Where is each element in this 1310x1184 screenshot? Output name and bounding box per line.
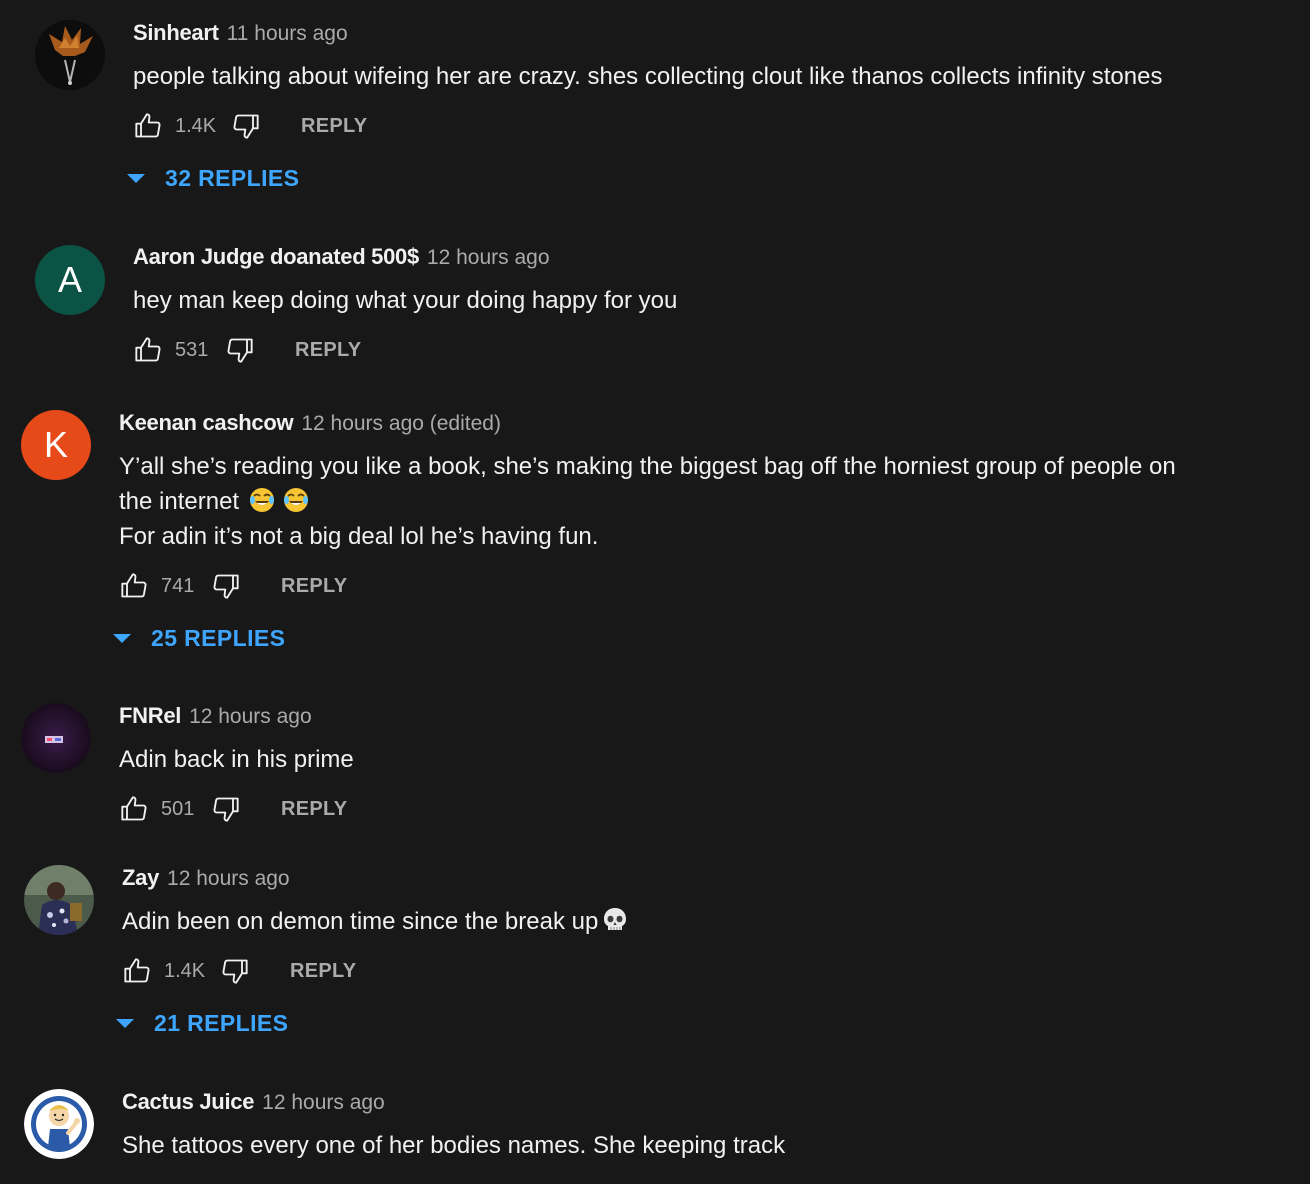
avatar[interactable] (24, 865, 94, 935)
comment-actions: 531 REPLY (133, 330, 1230, 370)
timestamp[interactable]: 12 hours ago (262, 1091, 385, 1115)
reply-button[interactable]: REPLY (281, 575, 347, 598)
comment-body: Keenan cashcow 12 hours ago (edited) Y’a… (113, 410, 1230, 658)
comment-header: Aaron Judge doanated 500$ 12 hours ago (133, 244, 1230, 272)
comment-line-with-emoji: the internet (119, 484, 1230, 519)
comment-actions: 741 REPLY (119, 566, 1230, 606)
avatar[interactable] (24, 1089, 94, 1159)
vault-boy-avatar-icon (24, 1089, 94, 1159)
like-count: 501 (161, 797, 195, 820)
comment-line: She tattoos every one of her bodies name… (122, 1132, 786, 1159)
comment-text: Adin back in his prime (119, 742, 1230, 777)
comment-header: Keenan cashcow 12 hours ago (edited) (119, 410, 1230, 438)
comment-line: people talking about wifeing her are cra… (133, 63, 1163, 90)
comment-header: Zay 12 hours ago (122, 865, 1230, 893)
avatar-letter: A (57, 259, 82, 300)
comment-body: Cactus Juice 12 hours ago She tattoos ev… (122, 1089, 1230, 1163)
comment-text: Adin been on demon time since the break … (122, 904, 1230, 939)
skull-icon (604, 908, 627, 930)
comment-actions: 1.4K REPLY (133, 106, 1230, 146)
face-with-tears-of-joy-icon (250, 488, 275, 512)
like-button[interactable] (133, 111, 163, 141)
thumbs-down-icon (213, 797, 239, 822)
author-name[interactable]: Zay (122, 865, 159, 891)
comment-body: FNRel 12 hours ago Adin back in his prim… (119, 703, 1230, 829)
comment-header: Sinheart 11 hours ago (133, 20, 1230, 48)
comment-text: people talking about wifeing her are cra… (133, 59, 1230, 94)
author-name[interactable]: Aaron Judge doanated 500$ (133, 244, 419, 270)
reply-button[interactable]: REPLY (295, 339, 361, 362)
reply-button[interactable]: REPLY (281, 798, 347, 821)
like-button[interactable] (122, 956, 152, 986)
view-replies-button[interactable]: 21 REPLIES (116, 1003, 1230, 1043)
timestamp[interactable]: 12 hours ago (427, 246, 550, 270)
caret-down-icon (127, 173, 145, 183)
view-replies-button[interactable]: 25 REPLIES (113, 618, 1230, 658)
avatar-letter: K (43, 424, 68, 465)
caret-down-icon (113, 633, 131, 643)
comment-line: Adin back in his prime (119, 746, 354, 773)
like-button[interactable] (119, 794, 149, 824)
comment-line: the internet (119, 488, 240, 515)
comment-text: She tattoos every one of her bodies name… (122, 1128, 1230, 1163)
timestamp[interactable]: 11 hours ago (227, 22, 348, 46)
spiky-hair-avatar-icon (35, 20, 105, 90)
thumbs-down-icon (227, 338, 253, 363)
view-replies-button[interactable]: 32 REPLIES (127, 158, 1230, 198)
dislike-button[interactable] (211, 794, 241, 824)
dislike-button[interactable] (220, 956, 250, 986)
like-count: 1.4K (175, 114, 217, 137)
like-count: 741 (161, 574, 195, 597)
thumbs-up-icon (121, 573, 147, 598)
author-name[interactable]: Cactus Juice (122, 1089, 254, 1115)
comment-body: Aaron Judge doanated 500$ 12 hours ago h… (133, 244, 1230, 370)
like-count: 1.4K (164, 959, 206, 982)
author-name[interactable]: Keenan cashcow (119, 410, 294, 436)
comment-line-with-emoji: Adin been on demon time since the break … (122, 904, 1230, 939)
comment-actions: 1.4K REPLY (122, 951, 1230, 991)
avatar[interactable] (21, 703, 91, 773)
caret-down-icon (116, 1018, 134, 1028)
thumbs-up-icon (135, 337, 161, 362)
dislike-button[interactable] (225, 335, 255, 365)
thumbs-up-icon (135, 113, 161, 138)
author-name[interactable]: Sinheart (133, 20, 219, 46)
thumbs-down-icon (233, 114, 259, 139)
avatar[interactable]: K (21, 410, 91, 480)
thumbs-up-icon (124, 958, 150, 983)
avatar[interactable]: A (35, 245, 105, 315)
timestamp[interactable]: 12 hours ago (167, 867, 290, 891)
thumbs-down-icon (222, 959, 248, 984)
like-button[interactable] (133, 335, 163, 365)
thumbs-down-icon (213, 574, 239, 599)
timestamp[interactable]: 12 hours ago (edited) (301, 412, 501, 436)
face-with-tears-of-joy-icon (284, 488, 309, 512)
author-name[interactable]: FNRel (119, 703, 181, 729)
comment-body: Sinheart 11 hours ago people talking abo… (127, 20, 1230, 198)
comment-text: hey man keep doing what your doing happy… (133, 283, 1230, 318)
comment-text: Y’all she’s reading you like a book, she… (119, 449, 1230, 554)
comment-line: Y’all she’s reading you like a book, she… (119, 453, 1176, 480)
reply-button[interactable]: REPLY (290, 960, 356, 983)
comment-header: Cactus Juice 12 hours ago (122, 1089, 1230, 1117)
replies-count-label: 21 REPLIES (154, 1009, 289, 1036)
comment-header: FNRel 12 hours ago (119, 703, 1230, 731)
dislike-button[interactable] (231, 111, 261, 141)
thumbs-up-icon (121, 796, 147, 821)
comment-actions: 501 REPLY (119, 789, 1230, 829)
replies-count-label: 32 REPLIES (165, 164, 300, 191)
timestamp[interactable]: 12 hours ago (189, 705, 312, 729)
like-button[interactable] (119, 571, 149, 601)
comment-body: Zay 12 hours ago Adin been on demon time… (116, 865, 1230, 1043)
dark-room-avatar-icon (21, 703, 91, 773)
replies-count-label: 25 REPLIES (151, 624, 286, 651)
comment-line: For adin it’s not a big deal lol he’s ha… (119, 523, 599, 550)
like-count: 531 (175, 338, 209, 361)
comment-line: hey man keep doing what your doing happy… (133, 287, 678, 314)
avatar[interactable] (35, 20, 105, 90)
reply-button[interactable]: REPLY (301, 115, 367, 138)
photo-avatar-icon (24, 865, 94, 935)
dislike-button[interactable] (211, 571, 241, 601)
comment-line: Adin been on demon time since the break … (122, 908, 599, 935)
